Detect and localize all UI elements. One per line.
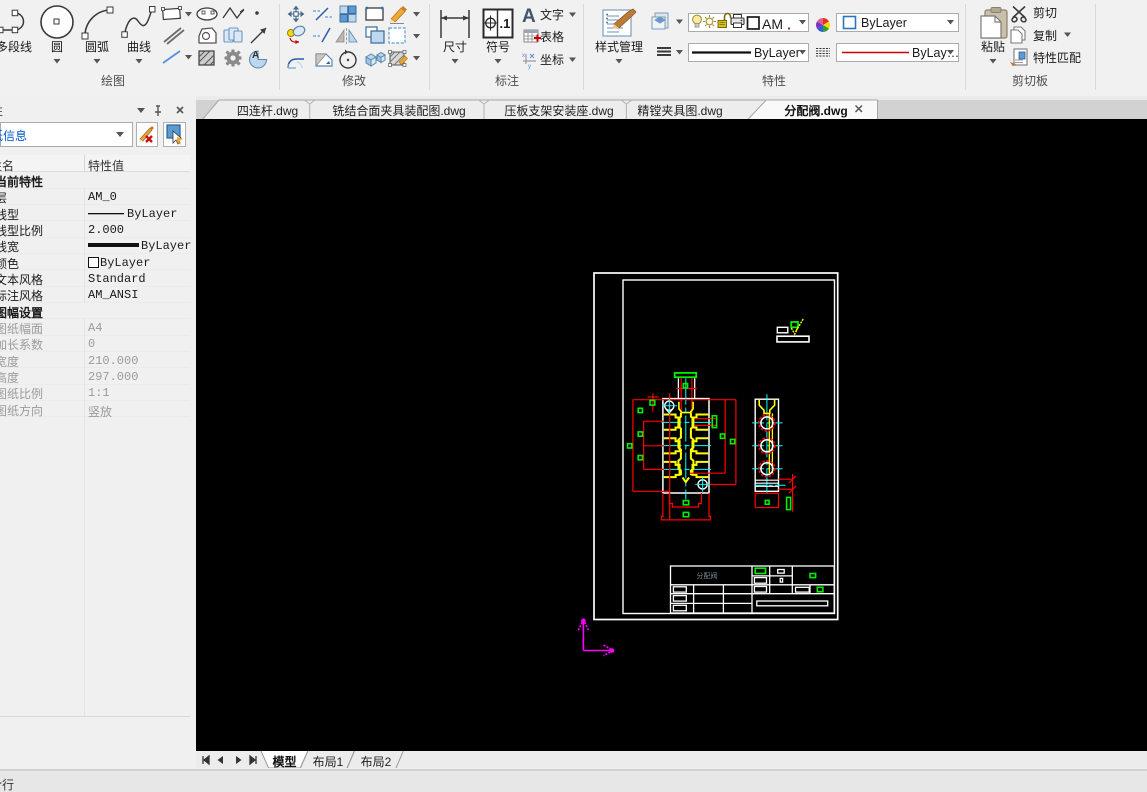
svg-text:曲线: 曲线 (127, 40, 151, 54)
svg-text:符号: 符号 (486, 39, 510, 54)
svg-text:ByLayer: ByLayer (861, 16, 907, 30)
svg-text:样式管理: 样式管理 (595, 39, 643, 54)
svg-text:多段线: 多段线 (0, 39, 32, 54)
svg-text:绘图: 绘图 (101, 73, 125, 88)
svg-text:A: A (522, 6, 536, 27)
svg-text:x: x (522, 53, 525, 59)
svg-text:修改: 修改 (342, 73, 366, 88)
svg-text:A: A (252, 50, 259, 61)
svg-text:特性: 特性 (762, 73, 786, 88)
svg-text:圆弧: 圆弧 (85, 40, 109, 54)
svg-text:文字: 文字 (540, 7, 564, 22)
svg-text:圆: 圆 (51, 40, 63, 54)
svg-text:复制: 复制 (1033, 29, 1057, 43)
svg-text:ByLayer: ByLayer (754, 46, 800, 60)
svg-text:剪切板: 剪切板 (1012, 73, 1048, 88)
svg-text:.1: .1 (500, 16, 511, 31)
svg-text:坐标: 坐标 (540, 53, 564, 67)
svg-text:ByLay…: ByLay… (912, 46, 959, 60)
svg-text:剪切: 剪切 (1033, 5, 1057, 20)
svg-text:标注: 标注 (495, 73, 519, 88)
svg-text:分配阀: 分配阀 (697, 571, 718, 580)
svg-text:尺寸: 尺寸 (443, 40, 467, 54)
svg-text:特性匹配: 特性匹配 (1033, 50, 1081, 65)
svg-text:粘贴: 粘贴 (981, 39, 1005, 54)
svg-text:AM: AM (762, 16, 783, 32)
svg-text:y: y (528, 64, 531, 70)
svg-text:表格: 表格 (540, 29, 564, 44)
